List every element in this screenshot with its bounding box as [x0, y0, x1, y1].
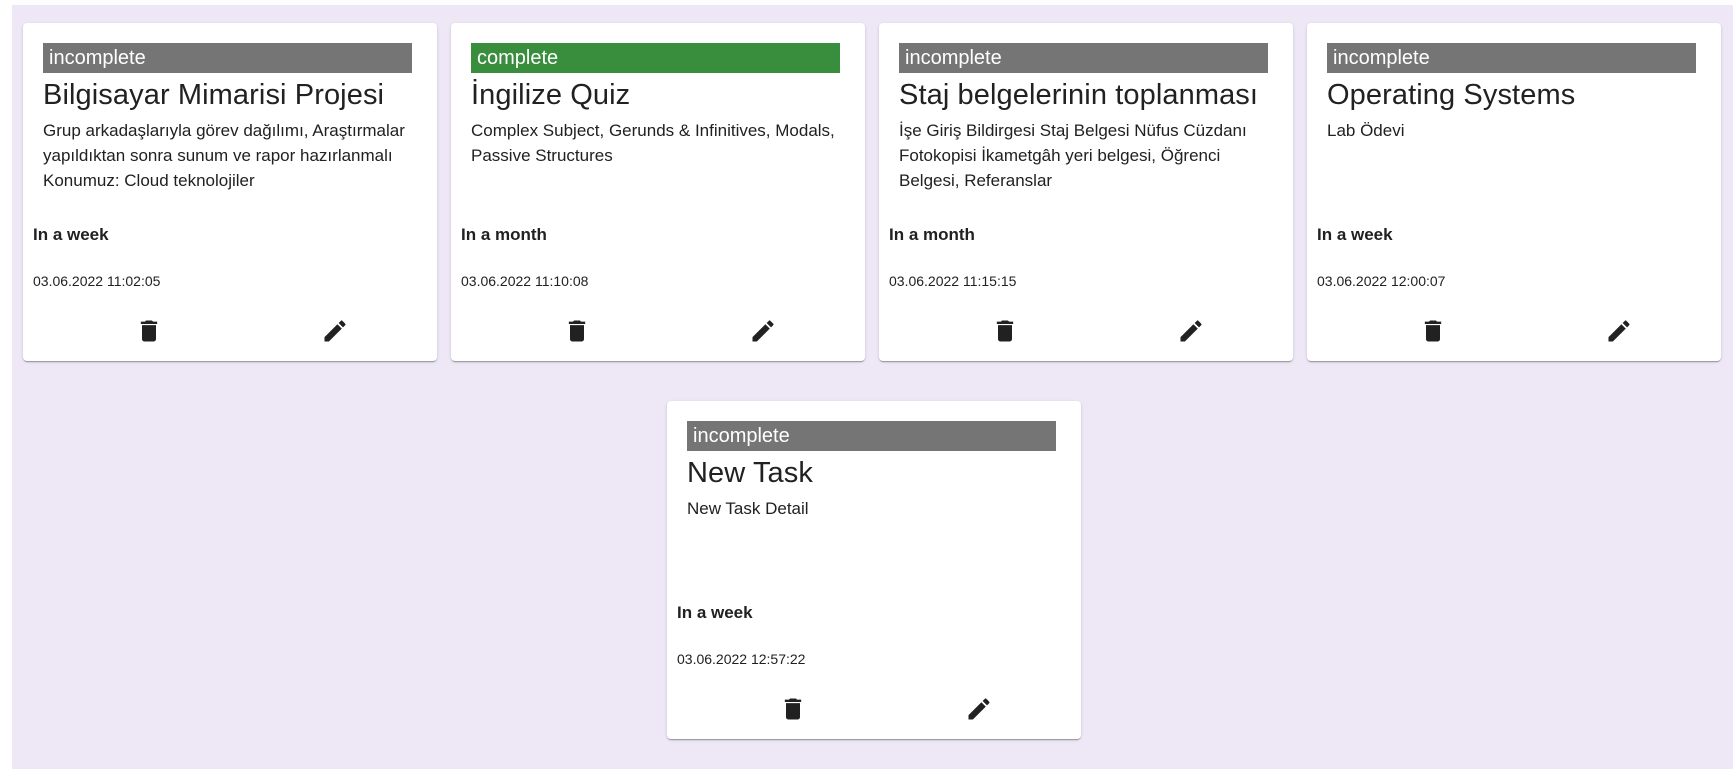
- task-card: complete İngilize Quiz Complex Subject, …: [451, 23, 865, 361]
- delete-button[interactable]: [131, 313, 167, 349]
- trash-icon: [1424, 320, 1442, 342]
- task-due: In a week: [677, 603, 753, 622]
- task-card: incomplete Bilgisayar Mimarisi Projesi G…: [23, 23, 437, 361]
- status-badge: incomplete: [1327, 43, 1696, 73]
- edit-button[interactable]: [1601, 313, 1637, 349]
- task-board: incomplete Bilgisayar Mimarisi Projesi G…: [12, 5, 1733, 769]
- task-title: Bilgisayar Mimarisi Projesi: [43, 79, 385, 111]
- task-detail: Grup arkadaşlarıyla görev dağılımı, Araş…: [43, 121, 405, 190]
- task-due: In a week: [1317, 225, 1393, 244]
- task-detail: İşe Giriş Bildirgesi Staj Belgesi Nüfus …: [899, 121, 1247, 190]
- status-badge: incomplete: [899, 43, 1268, 73]
- status-badge: incomplete: [43, 43, 412, 73]
- status-badge: complete: [471, 43, 840, 73]
- task-title: Operating Systems: [1327, 79, 1576, 111]
- task-title: New Task: [687, 457, 813, 489]
- delete-button[interactable]: [775, 691, 811, 727]
- task-date: 03.06.2022 12:57:22: [677, 651, 806, 667]
- task-detail: Lab Ödevi: [1327, 121, 1405, 140]
- task-card: incomplete Staj belgelerinin toplanması …: [879, 23, 1293, 361]
- edit-button[interactable]: [1173, 313, 1209, 349]
- task-due: In a week: [33, 225, 109, 244]
- trash-icon: [996, 320, 1014, 342]
- task-due: In a month: [889, 225, 975, 244]
- delete-button[interactable]: [987, 313, 1023, 349]
- task-card: incomplete New Task New Task Detail In a…: [667, 401, 1081, 739]
- task-title: İngilize Quiz: [471, 79, 631, 111]
- task-date: 03.06.2022 12:00:07: [1317, 273, 1446, 289]
- delete-button[interactable]: [559, 313, 595, 349]
- pencil-icon: [752, 320, 774, 342]
- task-detail: New Task Detail: [687, 499, 809, 518]
- task-due: In a month: [461, 225, 547, 244]
- delete-button[interactable]: [1415, 313, 1451, 349]
- edit-button[interactable]: [745, 313, 781, 349]
- trash-icon: [784, 698, 802, 720]
- status-badge: incomplete: [687, 421, 1056, 451]
- pencil-icon: [324, 320, 346, 342]
- task-card: incomplete Operating Systems Lab Ödevi I…: [1307, 23, 1721, 361]
- pencil-icon: [1180, 320, 1202, 342]
- edit-button[interactable]: [317, 313, 353, 349]
- pencil-icon: [968, 698, 990, 720]
- edit-button[interactable]: [961, 691, 997, 727]
- trash-icon: [140, 320, 158, 342]
- task-date: 03.06.2022 11:02:05: [33, 273, 161, 289]
- task-date: 03.06.2022 11:10:08: [461, 273, 589, 289]
- pencil-icon: [1608, 320, 1630, 342]
- trash-icon: [568, 320, 586, 342]
- task-date: 03.06.2022 11:15:15: [889, 273, 1017, 289]
- task-detail: Complex Subject, Gerunds & Infinitives, …: [471, 121, 835, 165]
- task-title: Staj belgelerinin toplanması: [899, 79, 1259, 111]
